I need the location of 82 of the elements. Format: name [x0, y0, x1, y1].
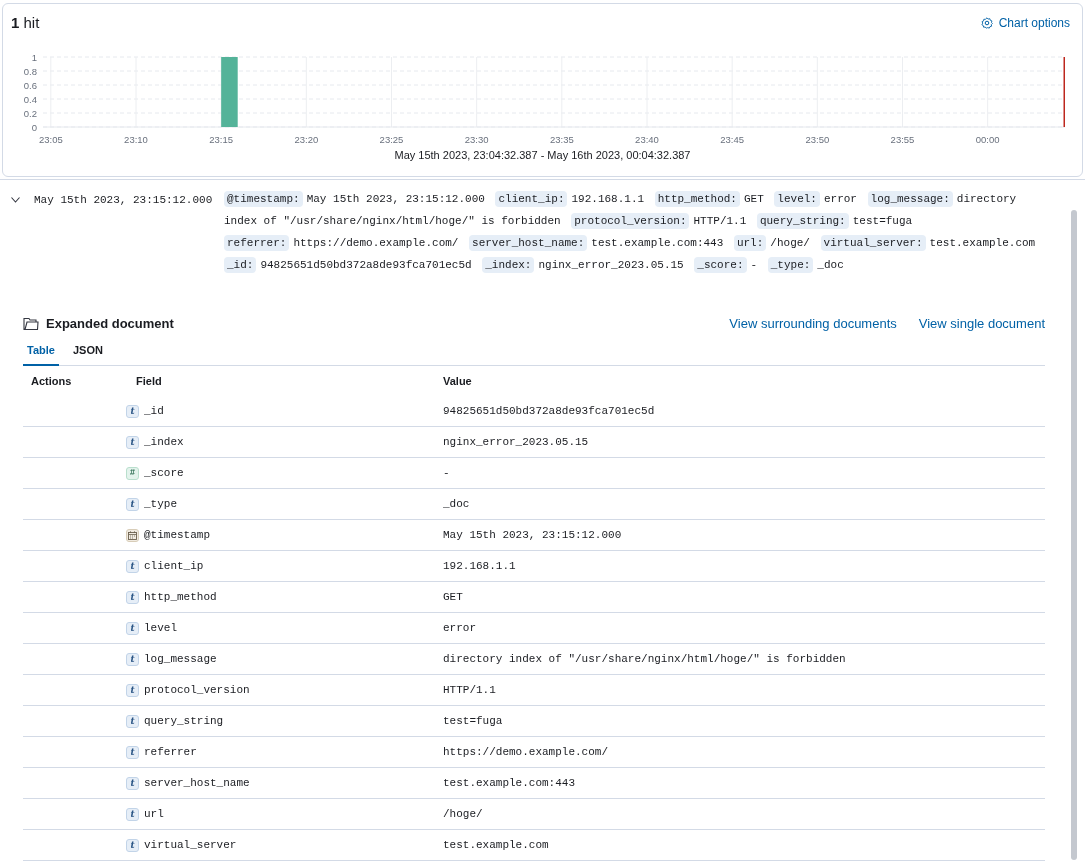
field-name: client_ip	[144, 558, 204, 574]
field-value: 94825651d50bd372a8de93fca701ec5d	[443, 403, 656, 419]
field-type-badge: t	[126, 621, 139, 635]
x-tick-label: 23:55	[890, 133, 915, 145]
field-value: 192.168.1.1	[443, 558, 517, 574]
y-tick-label: 0.2	[23, 107, 37, 118]
field-type-badge: t	[126, 807, 139, 821]
y-tick-label: 0.6	[23, 79, 37, 90]
field-value: _doc	[443, 496, 471, 512]
field-type-badge: t	[126, 590, 139, 604]
field-type-badge: t	[126, 652, 139, 666]
y-tick-label: 0	[31, 121, 37, 132]
chevron-down-icon	[10, 197, 20, 203]
field-value: test=fuga	[443, 713, 504, 729]
field-value: nginx_error_2023.05.15	[443, 434, 590, 450]
current-time-marker	[1063, 56, 1065, 127]
field-name: _id	[144, 403, 164, 419]
field-type-badge: t	[126, 683, 139, 697]
field-type-badge: t	[126, 404, 139, 418]
x-tick-label: 23:50	[805, 133, 830, 145]
field-value: directory index of "/usr/share/nginx/html/hoge/" is forbidden	[443, 651, 847, 667]
y-tick-label: 0.4	[23, 93, 37, 104]
section-title: Expanded document	[46, 315, 174, 333]
x-tick-label: 23:35	[549, 133, 574, 145]
field-name: query_string	[144, 713, 224, 729]
document-link[interactable]: View single document	[918, 314, 1045, 334]
chart-options-button[interactable]: Chart options	[980, 14, 1070, 33]
x-tick-label: 00:00	[975, 133, 1000, 145]
x-tick-label: 23:30	[464, 133, 489, 145]
field-name: _type	[144, 496, 177, 512]
field-name: protocol_version	[144, 682, 250, 698]
field-value: -	[443, 465, 451, 481]
field-type-badge: t	[126, 559, 139, 573]
column-header: Value	[443, 373, 473, 389]
field-value: GET	[443, 589, 464, 605]
settings-icon	[980, 17, 993, 30]
field-name: http_method	[144, 589, 217, 605]
calendar-icon	[126, 528, 139, 542]
field-name: server_host_name	[144, 775, 250, 791]
x-tick-label: 23:25	[379, 133, 404, 145]
field-value: test.example.com:443	[443, 775, 577, 791]
field-type-badge: t	[126, 776, 139, 790]
scrollbar[interactable]	[1071, 210, 1077, 860]
x-tick-label: 23:15	[209, 133, 234, 145]
field-name: log_message	[144, 651, 217, 667]
field-name: virtual_server	[144, 837, 237, 853]
field-type-badge: #	[126, 466, 139, 480]
field-value: HTTP/1.1	[443, 682, 497, 698]
field-type-badge: t	[126, 497, 139, 511]
field-value: test.example.com	[443, 837, 550, 853]
field-name: referrer	[144, 744, 197, 760]
tab[interactable]: JSON	[68, 341, 107, 366]
field-value: /hoge/	[443, 806, 484, 822]
x-tick-label: 23:10	[124, 133, 148, 145]
field-name: _score	[144, 465, 184, 481]
field-name: @timestamp	[144, 527, 210, 543]
time-range: May 15th 2023, 23:04:32.387 - May 16th 2023, 00:04:32.387	[393, 147, 692, 163]
folder-icon	[23, 316, 39, 331]
field-name: _index	[144, 434, 184, 450]
hit-count: 1 hit	[11, 13, 40, 33]
x-tick-label: 23:45	[720, 133, 745, 145]
field-type-badge: t	[126, 435, 139, 449]
document-link[interactable]: View surrounding documents	[729, 314, 897, 334]
document-timestamp: May 15th 2023, 23:15:12.000	[34, 193, 214, 208]
field-type-badge: t	[126, 745, 139, 759]
field-name: level	[144, 620, 177, 636]
x-tick-label: 23:40	[635, 133, 659, 145]
tab[interactable]: Table	[23, 341, 59, 366]
field-type-badge: t	[126, 838, 139, 852]
field-value: May 15th 2023, 23:15:12.000	[443, 527, 623, 543]
column-header: Actions	[31, 373, 73, 389]
field-value: https://demo.example.com/	[443, 744, 610, 760]
document-summary: @timestamp: May 15th 2023, 23:15:12.000 client_ip: 192.168.1.1 http_method: GET level: error log_message: directory index of "/usr/share/nginx/html/hoge/" is forbidden protocol_version: HTTP/1.1 query_string: test=fuga referrer: https://demo.example.com/ server_host_name: test.example.com:443 url: /hoge/ virtual_server: test.example.com _id: 94825651d50bd372a8de93fca701ec5d _index: nginx_error_2023.05.15 _score: - _type: _doc	[224, 190, 1037, 275]
field-name: url	[144, 806, 164, 822]
x-tick-label: 23:20	[294, 133, 319, 145]
y-tick-label: 0.8	[23, 65, 37, 76]
field-value: error	[443, 620, 477, 636]
y-tick-label: 1	[31, 51, 37, 62]
column-header: Field	[136, 373, 163, 389]
histogram-bar[interactable]	[221, 56, 238, 127]
x-tick-label: 23:05	[38, 133, 63, 145]
field-type-badge: t	[126, 714, 139, 728]
